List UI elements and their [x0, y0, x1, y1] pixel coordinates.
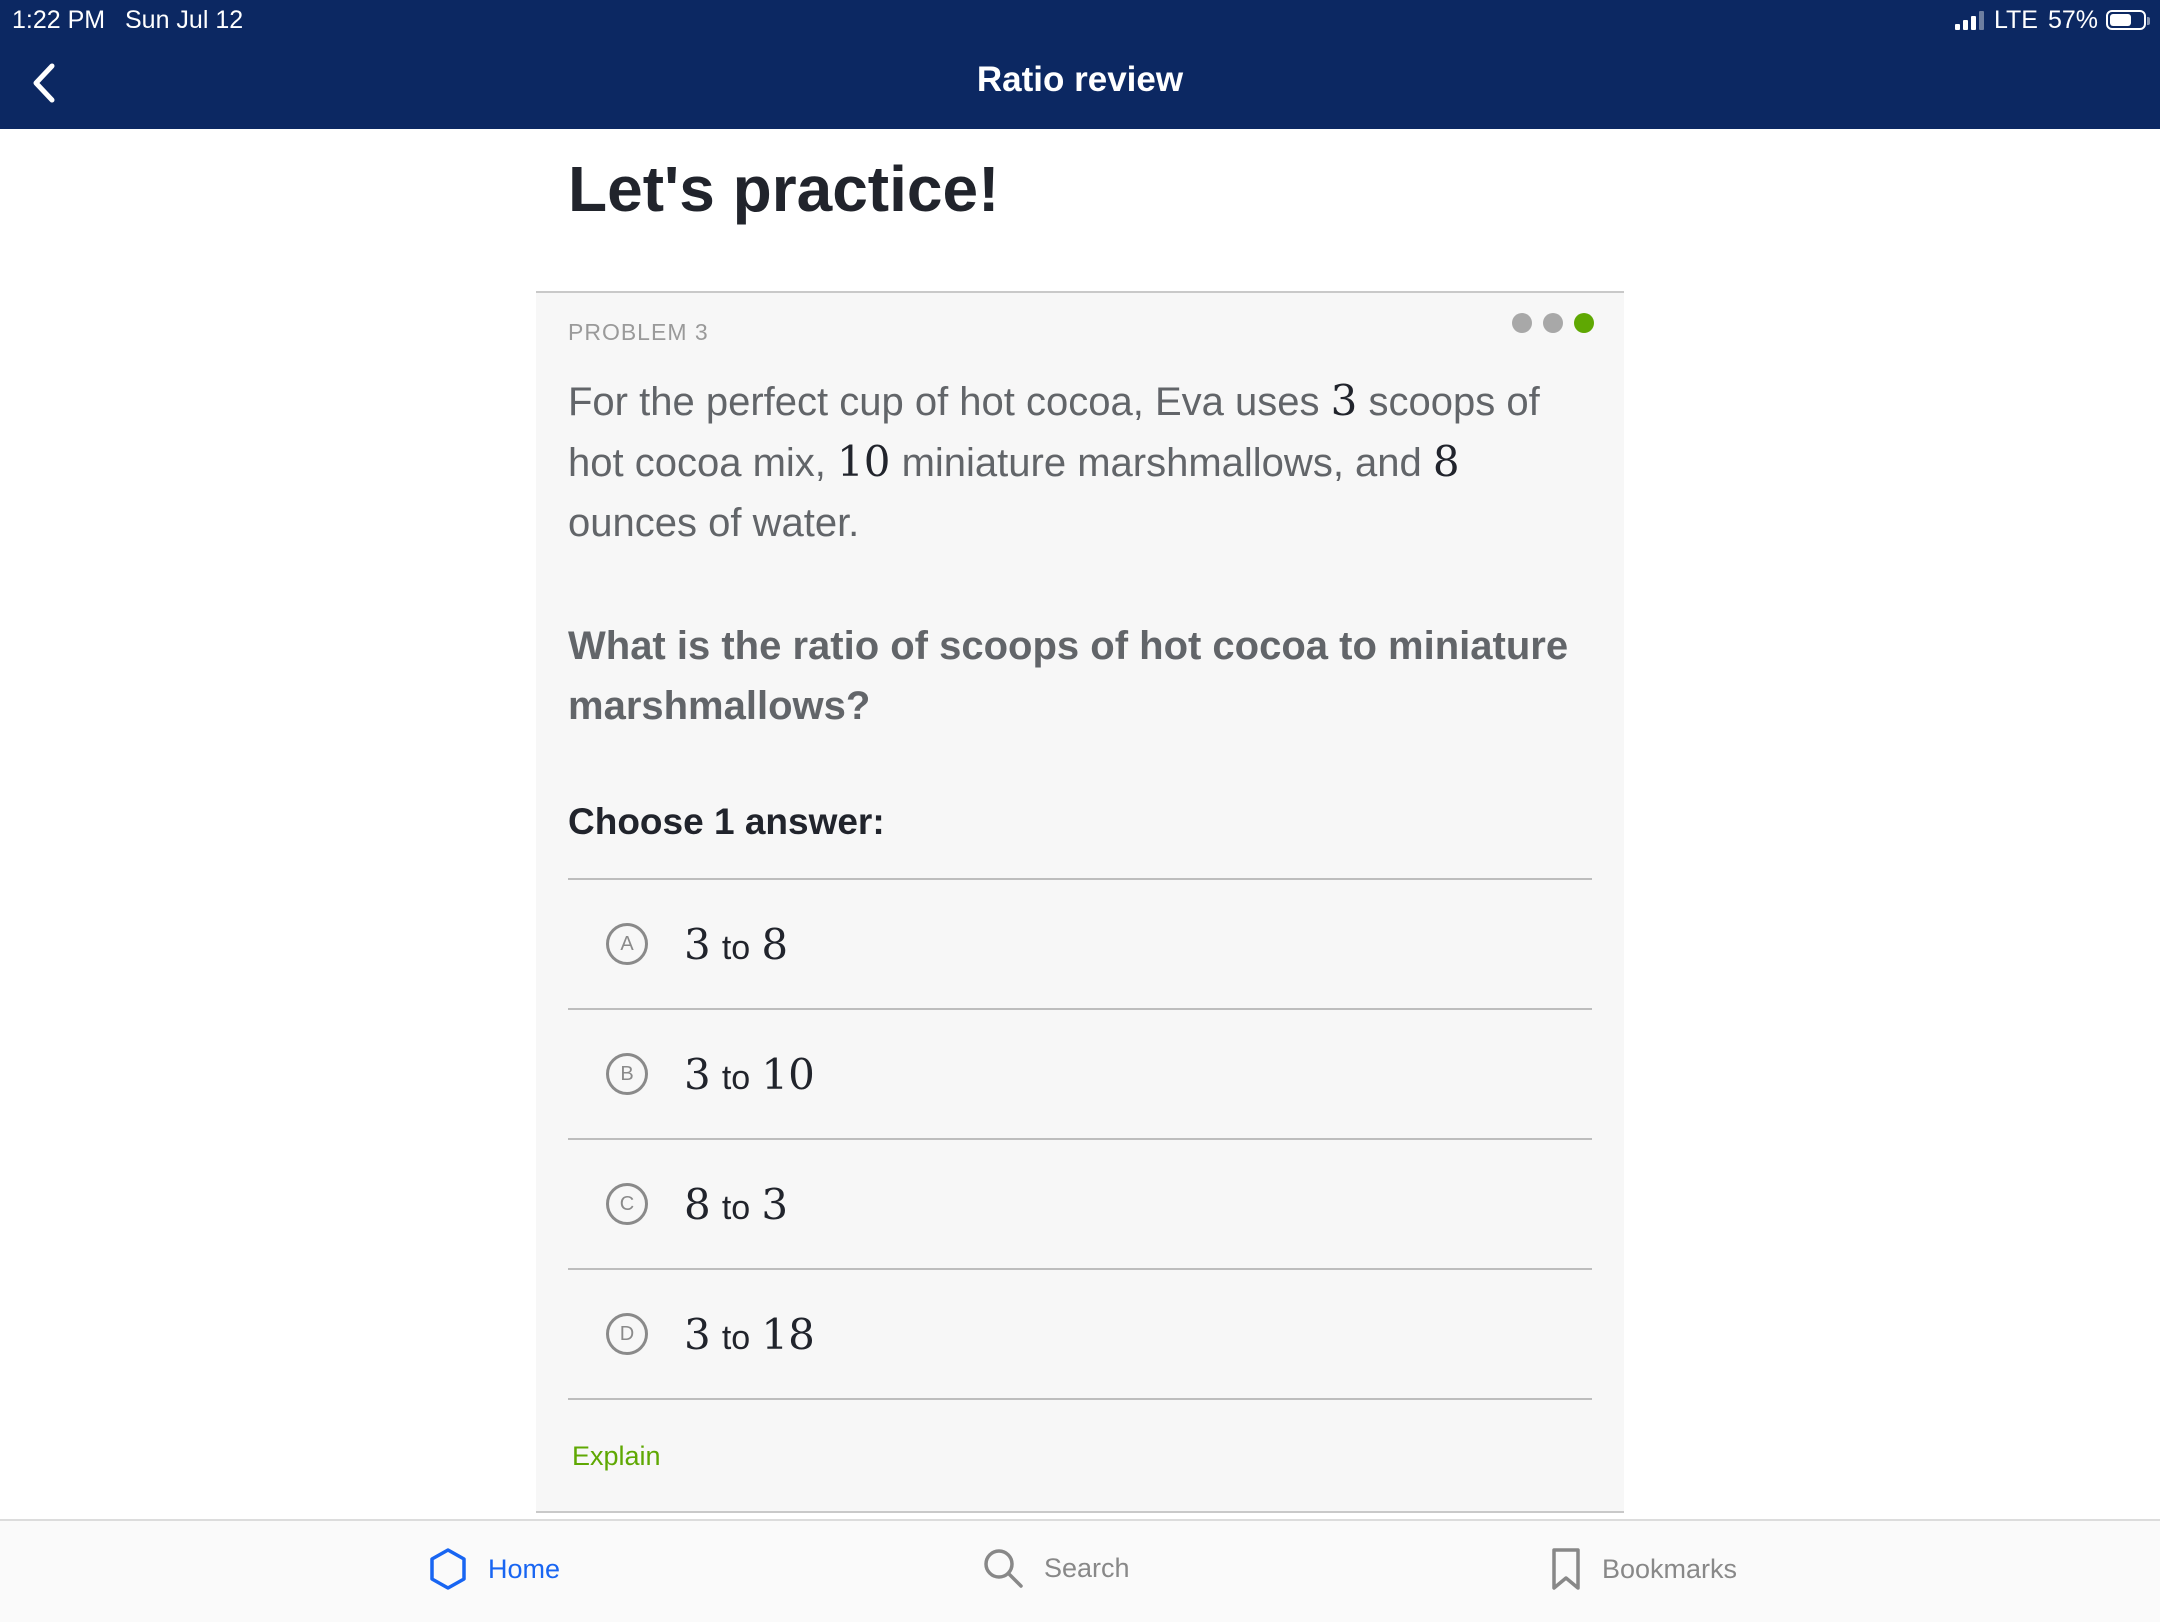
problem-label: PROBLEM 3 — [568, 319, 709, 345]
status-indicators: LTE 57% — [1954, 5, 2150, 35]
choice-value: 10 — [761, 1049, 815, 1099]
choice-label: 3 to 10 — [684, 1050, 815, 1099]
problem-number: 8 — [1432, 437, 1460, 486]
problem-text-part: ounces of water. — [568, 501, 860, 545]
battery-percent: 57% — [2047, 5, 2098, 34]
tab-home[interactable]: Home — [428, 1547, 560, 1591]
tab-bookmarks-label: Bookmarks — [1602, 1553, 1738, 1584]
choice-value: 18 — [761, 1309, 815, 1359]
choice-label: 3 to 18 — [684, 1310, 815, 1359]
page-title: Let's practice! — [568, 153, 1000, 225]
choice-word: to — [721, 1188, 751, 1227]
tab-search-label: Search — [1044, 1552, 1130, 1583]
answer-choices: A 3 to 8 B 3 to 10 C 8 to 3 D 3 to 18 — [568, 878, 1592, 1400]
progress-dot-active — [1574, 313, 1594, 333]
choice-value: 3 — [684, 919, 711, 969]
nav-title: Ratio review — [976, 60, 1184, 99]
tab-search[interactable]: Search — [982, 1547, 1130, 1589]
choice-label: 3 to 8 — [684, 920, 788, 969]
answer-choice-a[interactable]: A 3 to 8 — [568, 880, 1592, 1010]
status-time: 1:22 PM — [12, 6, 106, 34]
choice-value: 8 — [684, 1179, 711, 1229]
choice-letter: B — [606, 1053, 648, 1095]
problem-text-part: miniature marshmallows, and — [890, 441, 1433, 485]
problem-text: For the perfect cup of hot cocoa, Eva us… — [568, 371, 1598, 553]
signal-icon — [1954, 10, 1984, 30]
question-text: What is the ratio of scoops of hot cocoa… — [568, 624, 1569, 728]
problem-number: 10 — [837, 437, 891, 486]
problem-card: PROBLEM 3 For the perfect cup of hot coc… — [536, 291, 1624, 1513]
answer-choice-b[interactable]: B 3 to 10 — [568, 1010, 1592, 1140]
choice-value: 3 — [684, 1049, 711, 1099]
progress-dot — [1512, 313, 1532, 333]
choose-label: Choose 1 answer: — [568, 801, 885, 842]
progress-dot — [1543, 313, 1563, 333]
progress-dots — [1512, 313, 1594, 333]
choice-letter: C — [606, 1183, 648, 1225]
explain-link[interactable]: Explain — [572, 1441, 661, 1472]
hexagon-icon — [430, 1548, 466, 1590]
choice-value: 8 — [761, 919, 789, 969]
tab-bookmarks[interactable]: Bookmarks — [1550, 1547, 1737, 1591]
battery-icon — [2106, 10, 2150, 30]
choice-label: 8 to 3 — [684, 1180, 788, 1229]
network-label: LTE — [1993, 5, 2038, 34]
choice-value: 3 — [761, 1179, 789, 1229]
choice-word: to — [721, 928, 751, 967]
top-bar: 1:22 PM Sun Jul 12 LTE 57% Ratio review — [0, 0, 2160, 129]
answer-choice-c[interactable]: C 8 to 3 — [568, 1140, 1592, 1270]
search-icon — [984, 1549, 1023, 1588]
problem-number: 3 — [1330, 376, 1358, 425]
problem-text-part: For the perfect cup of hot cocoa, Eva us… — [568, 380, 1331, 424]
choice-value: 3 — [684, 1309, 711, 1359]
choice-letter: D — [606, 1313, 648, 1355]
status-date: Sun Jul 12 — [125, 6, 244, 34]
choice-word: to — [721, 1318, 751, 1357]
choice-letter: A — [606, 923, 648, 965]
bookmark-icon — [1552, 1548, 1580, 1590]
choice-word: to — [721, 1058, 751, 1097]
tab-home-label: Home — [488, 1553, 561, 1584]
answer-choice-d[interactable]: D 3 to 18 — [568, 1270, 1592, 1400]
bottom-tab-bar: Home Search Bookmarks — [0, 1519, 2160, 1622]
